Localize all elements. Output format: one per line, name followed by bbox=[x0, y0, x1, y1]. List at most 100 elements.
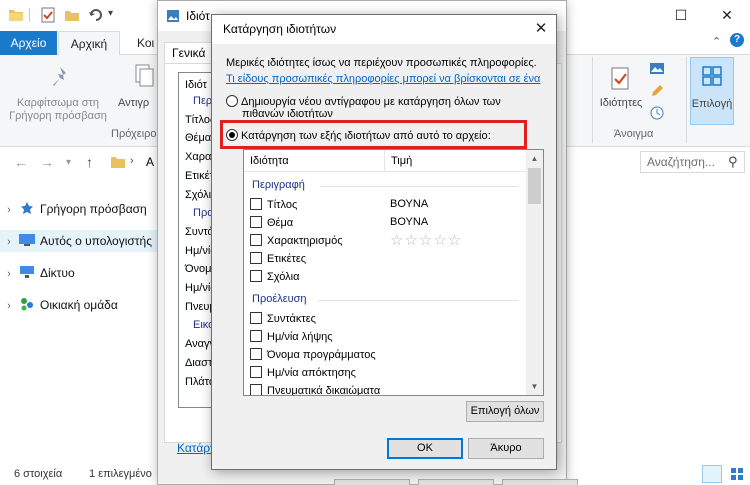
props-title-text: Ιδιότ bbox=[186, 9, 210, 23]
checkbox[interactable] bbox=[250, 330, 262, 342]
properties-ribbon-label: Ιδιότητες bbox=[599, 97, 643, 109]
scroll-down-arrow-icon[interactable]: ▼ bbox=[526, 378, 543, 395]
tab-home[interactable]: Αρχική bbox=[58, 31, 120, 56]
list-item-date-acquired[interactable]: Ημ/νία απόκτησης bbox=[250, 366, 520, 383]
expand-chevron-icon[interactable]: › bbox=[0, 231, 18, 253]
expand-chevron-icon[interactable]: › bbox=[0, 295, 18, 317]
properties-icon bbox=[611, 67, 629, 90]
list-item-rating[interactable]: Χαρακτηρισμός ☆☆☆☆☆ bbox=[250, 232, 520, 251]
history-icon[interactable] bbox=[649, 105, 665, 121]
list-item-title[interactable]: Τίτλος ΒΟΥΝΑ bbox=[250, 198, 520, 215]
checkbox[interactable] bbox=[250, 384, 262, 395]
clipboard-group-label: Πρόχειρο bbox=[111, 128, 157, 140]
folder-icon bbox=[9, 10, 23, 21]
list-item-comments[interactable]: Σχόλια bbox=[250, 270, 520, 287]
tree-item-label: Αυτός ο υπολογιστής bbox=[40, 234, 152, 248]
checkbox[interactable] bbox=[250, 348, 262, 360]
checkbox[interactable] bbox=[250, 270, 262, 282]
tab-file[interactable]: Αρχείο bbox=[0, 31, 57, 55]
props-ok-button[interactable] bbox=[334, 479, 410, 485]
radio-create-copy[interactable]: Δημιουργία νέου αντίγραφου με κατάργηση … bbox=[226, 95, 501, 108]
tree-item-network[interactable]: › Δίκτυο bbox=[0, 262, 75, 284]
checkbox[interactable] bbox=[250, 216, 262, 228]
checkbox[interactable] bbox=[250, 366, 262, 378]
property-label: Όνομα προγράμματος bbox=[267, 349, 376, 361]
list-item-date-taken[interactable]: Ημ/νία λήψης bbox=[250, 330, 520, 347]
props-list-item[interactable]: Συντά bbox=[185, 226, 214, 238]
pin-label-line2: Γρήγορη πρόσβαση bbox=[9, 110, 107, 122]
select-grid-icon bbox=[702, 66, 722, 86]
cancel-button[interactable]: Άκυρο bbox=[468, 438, 544, 459]
edit-icon[interactable] bbox=[649, 83, 665, 99]
ok-button[interactable]: OK bbox=[387, 438, 463, 459]
up-arrow-icon[interactable]: ↑ bbox=[86, 154, 93, 170]
details-view-icon[interactable] bbox=[702, 465, 722, 483]
column-header-property[interactable]: Ιδιότητα bbox=[244, 150, 384, 172]
forward-arrow-icon[interactable]: → bbox=[40, 154, 54, 170]
expand-chevron-icon[interactable]: › bbox=[0, 199, 18, 221]
close-icon[interactable]: ✕ bbox=[704, 0, 750, 30]
property-label: Συντάκτες bbox=[267, 313, 316, 325]
properties-ribbon-button[interactable]: Ιδιότητες bbox=[596, 55, 646, 127]
undo-qa-icon[interactable] bbox=[88, 7, 104, 23]
pin-label-line1: Καρφίτσωμα στη bbox=[17, 97, 99, 109]
customize-qa-chevron-icon[interactable]: ▾ bbox=[108, 8, 113, 19]
recent-chevron-icon[interactable]: ▾ bbox=[66, 157, 71, 168]
list-item-program-name[interactable]: Όνομα προγράμματος bbox=[250, 348, 520, 365]
tree-item-label: Γρήγορη πρόσβαση bbox=[40, 202, 147, 216]
property-label: Σχόλια bbox=[267, 271, 300, 283]
checkbox[interactable] bbox=[250, 312, 262, 324]
new-folder-qa-icon[interactable] bbox=[64, 7, 80, 23]
radio-circle-selected[interactable] bbox=[226, 129, 238, 141]
tree-item-quick-access[interactable]: › Γρήγορη πρόσβαση bbox=[0, 198, 147, 220]
list-item-subject[interactable]: Θέμα ΒΟΥΝΑ bbox=[250, 216, 520, 233]
list-item-tags[interactable]: Ετικέτες bbox=[250, 252, 520, 269]
address-path[interactable]: Α bbox=[146, 155, 154, 169]
radio-remove-properties-label: Κατάργηση των εξής ιδιοτήτων από αυτό το… bbox=[241, 130, 491, 142]
props-list-item[interactable]: Ετικέτ bbox=[185, 170, 214, 182]
group-header-description: Περιγραφή bbox=[252, 179, 305, 191]
scrollbar-thumb[interactable] bbox=[528, 168, 541, 204]
props-apply-button[interactable] bbox=[502, 479, 578, 485]
dialog-close-icon[interactable]: ✕ bbox=[526, 15, 556, 44]
property-label: Θέμα bbox=[267, 217, 294, 229]
select-all-button[interactable]: Επιλογή όλων bbox=[466, 401, 544, 422]
large-icons-view-icon[interactable] bbox=[728, 465, 746, 483]
pin-quick-access-button[interactable]: Καρφίτσωμα στη Γρήγορη πρόσβαση bbox=[0, 55, 116, 127]
back-arrow-icon[interactable]: ← bbox=[14, 154, 28, 170]
props-list-item[interactable]: Θέμα bbox=[185, 132, 211, 144]
copy-button[interactable]: Αντιγρ bbox=[118, 55, 158, 127]
props-list-item[interactable]: Διαστ bbox=[185, 357, 212, 369]
tree-item-this-pc[interactable]: › Αυτός ο υπολογιστής bbox=[0, 230, 152, 252]
expand-chevron-icon[interactable]: › bbox=[0, 263, 18, 285]
scroll-up-arrow-icon[interactable]: ▲ bbox=[526, 150, 543, 167]
group-divider bbox=[318, 300, 518, 301]
property-value: ΒΟΥΝΑ bbox=[390, 216, 429, 228]
select-ribbon-button[interactable]: Επιλογή bbox=[690, 57, 734, 125]
open-icon[interactable] bbox=[649, 61, 665, 75]
image-file-icon bbox=[167, 10, 179, 22]
radio-remove-properties[interactable]: Κατάργηση των εξής ιδιοτήτων από αυτό το… bbox=[226, 129, 491, 142]
dialog-title: Κατάργηση ιδιοτήτων bbox=[212, 15, 556, 44]
maximize-icon[interactable]: ☐ bbox=[658, 0, 704, 30]
property-label: Ετικέτες bbox=[267, 253, 307, 265]
props-cancel-button[interactable] bbox=[418, 479, 494, 485]
help-icon[interactable]: ? bbox=[730, 33, 744, 47]
tree-item-homegroup[interactable]: › Οικιακή ομάδα bbox=[0, 294, 118, 316]
list-item-copyright[interactable]: Πνευματικά δικαιώματα bbox=[250, 384, 520, 395]
list-item-authors[interactable]: Συντάκτες bbox=[250, 312, 520, 329]
personal-info-help-link[interactable]: Τι είδους προσωπικές πληροφορίες μπορεί … bbox=[226, 73, 540, 85]
props-list-header: Ιδιότ bbox=[185, 79, 207, 91]
properties-qa-icon[interactable] bbox=[40, 7, 56, 23]
radio-create-copy-label-line2: πιθανών ιδιοτήτων bbox=[242, 108, 333, 118]
radio-circle[interactable] bbox=[226, 95, 238, 107]
checkbox[interactable] bbox=[250, 234, 262, 246]
properties-list: Ιδιότητα Τιμή Περιγραφή Τίτλος ΒΟΥΝΑ Θέμα… bbox=[243, 149, 544, 396]
list-header: Ιδιότητα Τιμή bbox=[244, 150, 526, 172]
checkbox[interactable] bbox=[250, 198, 262, 210]
ribbon-collapse-icon[interactable]: ⌃ bbox=[712, 35, 721, 48]
open-group-label: Άνοιγμα bbox=[614, 128, 654, 140]
checkbox[interactable] bbox=[250, 252, 262, 264]
column-header-value[interactable]: Τιμή bbox=[384, 150, 526, 172]
search-icon[interactable]: ⚲ bbox=[728, 154, 738, 170]
